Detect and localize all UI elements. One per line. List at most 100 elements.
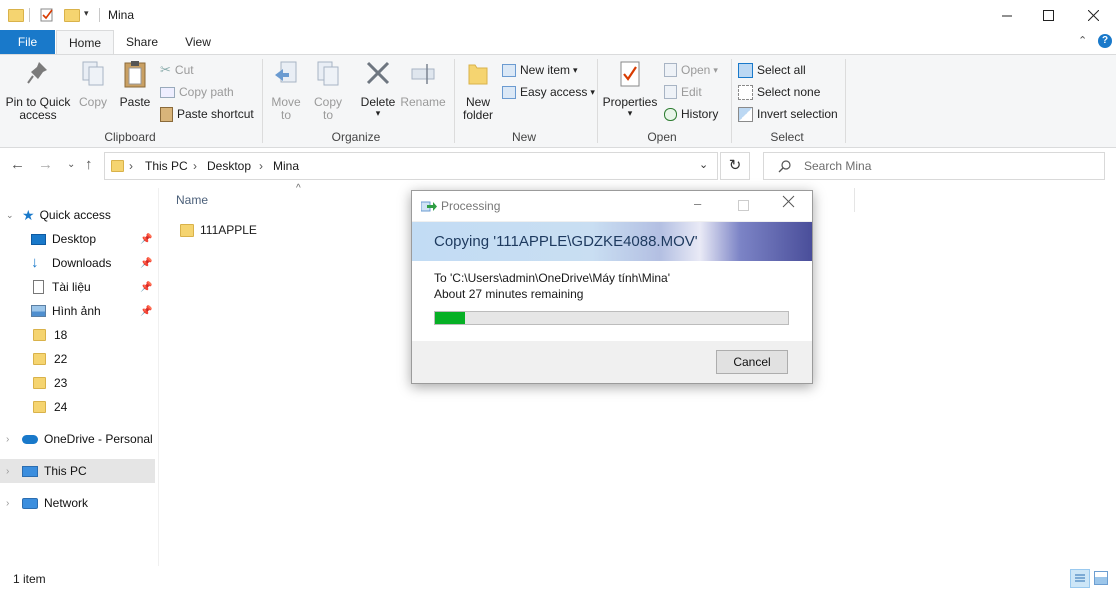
rename-button[interactable]: Rename	[400, 59, 446, 109]
pin-to-quick-access-button[interactable]: Pin to Quick access	[4, 59, 72, 122]
select-none-label: Select none	[757, 85, 821, 99]
breadcrumb-mina[interactable]: Mina	[273, 159, 299, 173]
properties-chevron-icon[interactable]: ▾	[602, 109, 658, 118]
sidebar-item-this-pc[interactable]: › This PC	[0, 459, 155, 483]
group-separator	[262, 59, 263, 143]
pin-icon[interactable]: 📌	[140, 306, 152, 317]
refresh-button[interactable]: ↻	[720, 152, 750, 180]
history-button[interactable]: History	[664, 106, 718, 122]
expand-chevron-icon[interactable]: ›	[6, 498, 14, 509]
easy-access-button[interactable]: Easy access ▾	[502, 84, 595, 100]
tab-home[interactable]: Home	[56, 30, 114, 55]
sidebar-item-desktop[interactable]: Desktop 📌	[0, 227, 155, 251]
cut-button[interactable]: ✂ Cut	[160, 62, 194, 78]
maximize-button[interactable]	[1025, 0, 1071, 30]
folder-icon	[33, 401, 46, 413]
move-to-button[interactable]: Move to	[268, 59, 304, 122]
sidebar-item-tai-lieu[interactable]: Tài liệu 📌	[0, 275, 155, 299]
minimize-button[interactable]	[984, 0, 1030, 30]
close-button[interactable]	[1070, 0, 1116, 30]
dialog-destination: To 'C:\Users\admin\OneDrive\Máy tính\Min…	[434, 271, 670, 285]
copy-path-button[interactable]: Copy path	[160, 84, 234, 100]
expand-chevron-icon[interactable]: ⌄	[6, 210, 14, 221]
recent-locations-chevron-icon[interactable]: ⌄	[67, 159, 75, 170]
paste-button[interactable]: Paste	[116, 59, 154, 109]
column-header-name[interactable]: Name	[176, 193, 208, 207]
back-arrow-icon[interactable]: ←	[10, 156, 25, 173]
folder-icon	[111, 160, 124, 172]
minimize-ribbon-chevron-icon[interactable]: ⌃	[1078, 34, 1087, 47]
copy-label: Copy	[78, 95, 107, 109]
processing-dialog: Processing – Copying '111APPLE\GDZKE4088…	[411, 190, 813, 384]
sidebar-item-hinh-anh[interactable]: Hình ảnh 📌	[0, 299, 155, 323]
large-icons-view-button[interactable]	[1094, 571, 1108, 585]
new-folder-qat-icon[interactable]	[64, 9, 80, 22]
delete-button[interactable]: Delete ▾	[358, 59, 398, 118]
pin-icon[interactable]: 📌	[140, 234, 152, 245]
tab-view[interactable]: View	[172, 30, 224, 54]
paste-shortcut-label: Paste shortcut	[177, 107, 254, 121]
copy-to-button[interactable]: Copy to	[310, 59, 346, 122]
tab-file[interactable]: File	[0, 30, 55, 54]
select-none-button[interactable]: Select none	[738, 84, 820, 100]
sidebar-item-folder-18[interactable]: 18	[0, 323, 155, 347]
pin-icon[interactable]: 📌	[140, 282, 152, 293]
address-bar[interactable]: › This PC › Desktop › Mina ⌄	[104, 152, 718, 180]
paste-shortcut-button[interactable]: Paste shortcut	[160, 106, 254, 122]
open-button[interactable]: Open ▾	[664, 62, 718, 78]
sidebar-item-label: 23	[54, 376, 68, 390]
sidebar-item-folder-23[interactable]: 23	[0, 371, 155, 395]
pin-icon[interactable]: 📌	[140, 258, 152, 269]
sidebar-item-network[interactable]: › Network	[0, 491, 155, 515]
tab-share[interactable]: Share	[116, 30, 168, 54]
delete-dropdown-chevron-icon[interactable]: ▾	[358, 109, 398, 118]
dialog-body: To 'C:\Users\admin\OneDrive\Máy tính\Min…	[412, 261, 812, 341]
dialog-minimize-button[interactable]: –	[694, 196, 701, 211]
sidebar-item-downloads[interactable]: ↓ Downloads 📌	[0, 251, 155, 275]
navigation-pane: ⌄ ★ Quick access Desktop 📌 ↓ Downloads 📌…	[0, 195, 156, 565]
properties-qat-icon[interactable]	[40, 7, 54, 22]
address-history-chevron-icon[interactable]: ⌄	[699, 158, 708, 171]
column-divider[interactable]	[854, 188, 855, 212]
sidebar-item-quick-access[interactable]: ⌄ ★ Quick access	[0, 203, 155, 227]
select-all-button[interactable]: Select all	[738, 62, 806, 78]
breadcrumb-chevron-icon[interactable]: ›	[129, 159, 133, 173]
group-separator	[731, 59, 732, 143]
copy-path-label: Copy path	[179, 85, 234, 99]
details-view-button[interactable]	[1070, 569, 1090, 588]
cancel-button[interactable]: Cancel	[716, 350, 788, 374]
edit-button[interactable]: Edit	[664, 84, 702, 100]
select-all-icon	[738, 62, 753, 78]
breadcrumb-chevron-icon[interactable]: ›	[193, 159, 197, 173]
help-icon[interactable]: ?	[1098, 34, 1112, 48]
breadcrumb-this-pc[interactable]: This PC	[145, 159, 188, 173]
new-item-label: New item	[520, 63, 571, 77]
expand-chevron-icon[interactable]: ›	[6, 466, 14, 477]
copy-button[interactable]: Copy	[76, 59, 110, 109]
list-item[interactable]: 111APPLE	[176, 220, 376, 240]
sidebar-item-folder-24[interactable]: 24	[0, 395, 155, 419]
dialog-time-remaining: About 27 minutes remaining	[434, 287, 584, 301]
pane-divider[interactable]	[158, 188, 159, 566]
separator	[99, 8, 100, 22]
edit-label: Edit	[681, 85, 702, 99]
up-arrow-icon[interactable]: ↑	[85, 156, 93, 173]
breadcrumb-chevron-icon[interactable]: ›	[259, 159, 263, 173]
sidebar-item-onedrive[interactable]: › OneDrive - Personal	[0, 427, 155, 451]
customize-qat-chevron-icon[interactable]: ▾	[84, 8, 89, 19]
new-folder-button[interactable]: New folder	[458, 59, 498, 122]
search-box[interactable]: Search Mina	[763, 152, 1105, 180]
open-icon	[664, 63, 677, 77]
invert-selection-button[interactable]: Invert selection	[738, 106, 838, 122]
group-separator	[454, 59, 455, 143]
sidebar-item-folder-22[interactable]: 22	[0, 347, 155, 371]
dialog-close-button[interactable]	[782, 195, 795, 211]
breadcrumb-desktop[interactable]: Desktop	[207, 159, 251, 173]
pin-icon	[27, 62, 47, 84]
new-item-button[interactable]: New item ▾	[502, 62, 578, 78]
expand-chevron-icon[interactable]: ›	[6, 434, 14, 445]
computer-icon	[22, 465, 38, 477]
forward-arrow-icon[interactable]: →	[38, 156, 53, 173]
sidebar-item-label: 22	[54, 352, 68, 366]
properties-button[interactable]: Properties ▾	[602, 59, 658, 118]
